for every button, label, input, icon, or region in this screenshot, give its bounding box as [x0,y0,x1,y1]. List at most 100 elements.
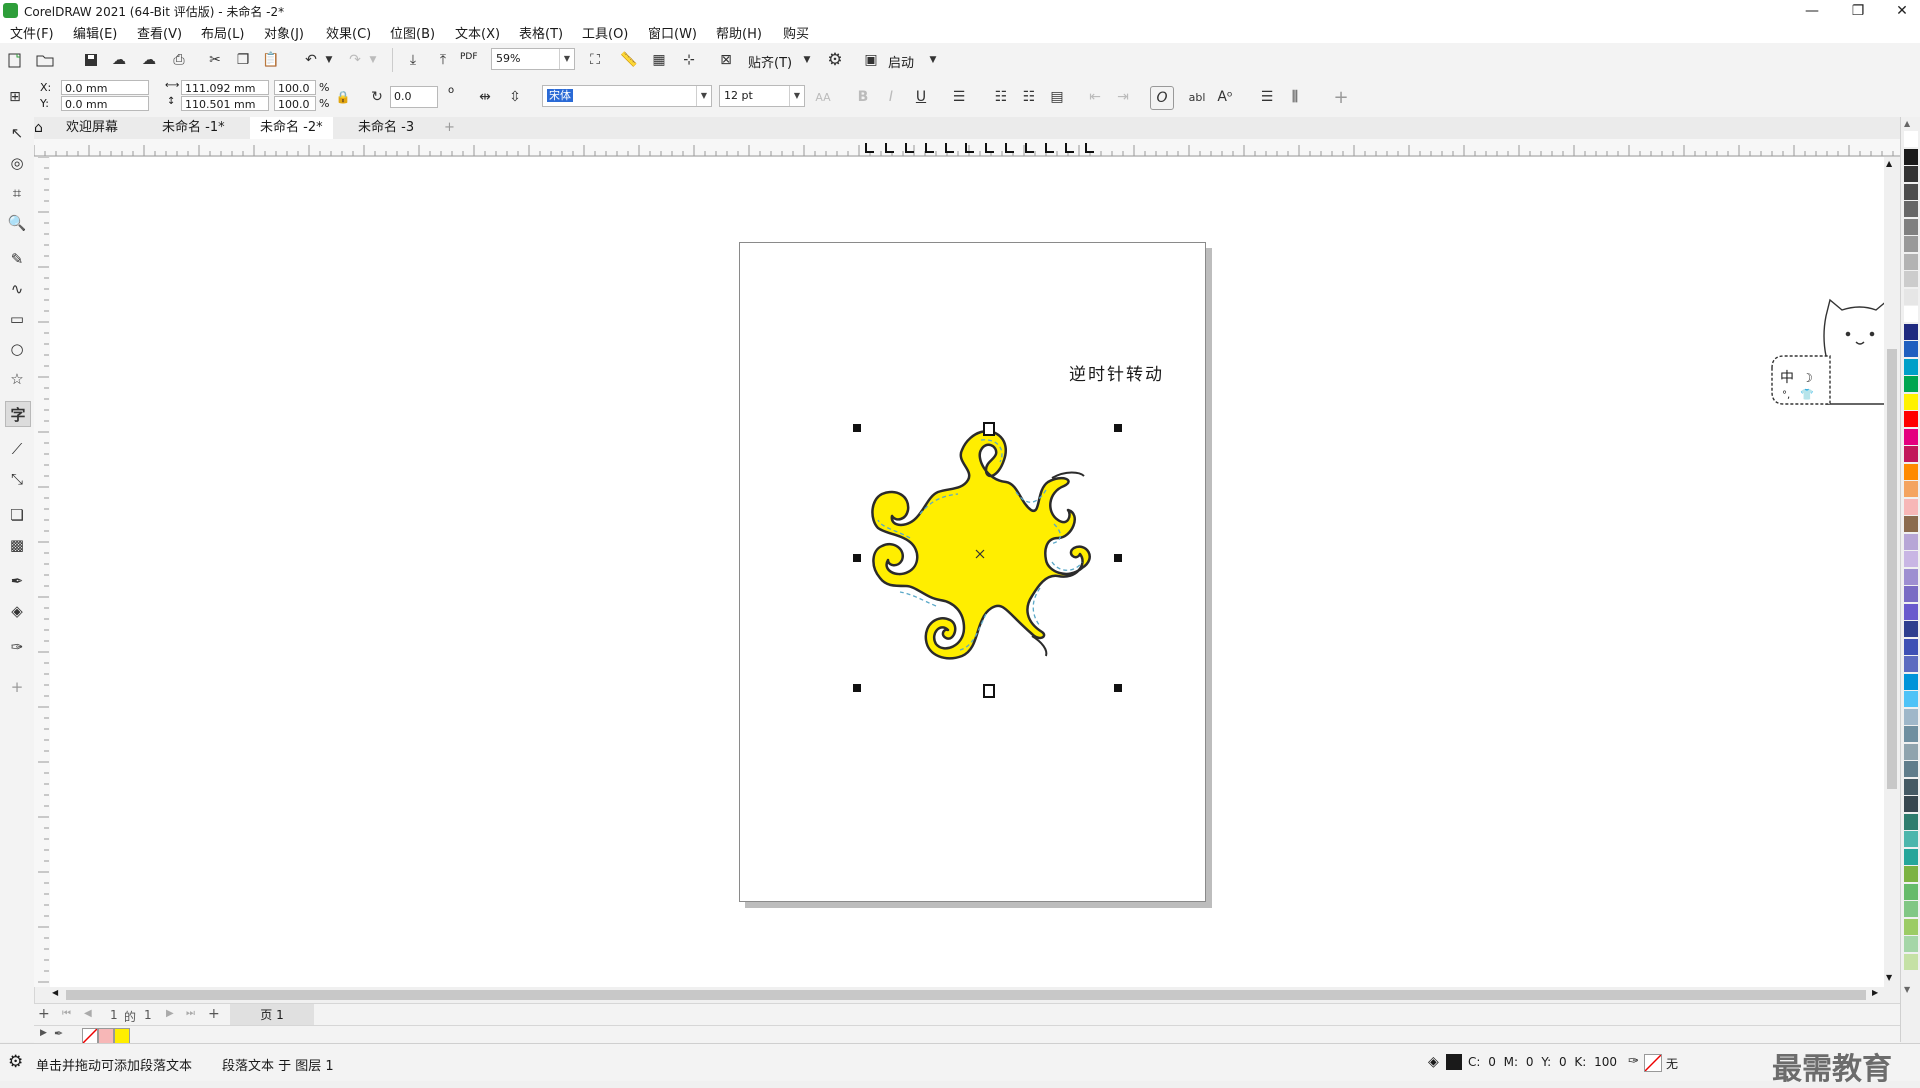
undo-dropdown-icon[interactable]: ▼ [318,49,340,71]
color-swatch[interactable] [1904,586,1918,602]
menu-window[interactable]: 窗口(W) [648,23,697,42]
close-button[interactable]: ✕ [1884,0,1920,21]
next-page-icon[interactable]: ▶ [166,1008,174,1019]
text-properties-button[interactable]: abl [1186,86,1208,108]
color-swatch[interactable] [1904,323,1918,340]
font-scale-icon[interactable]: AA [812,86,834,108]
page-tab-1[interactable]: 页 1 [230,1004,314,1026]
menu-layout[interactable]: 布局(L) [201,23,244,42]
color-swatch[interactable] [1904,656,1918,672]
color-swatch[interactable] [1904,761,1918,777]
print-icon[interactable]: ⎙ [168,49,190,71]
launch-menu[interactable]: 启动 [888,52,914,71]
show-rulers-icon[interactable]: 📏 [618,49,640,71]
drop-shadow-tool-icon[interactable]: ❏ [5,503,29,527]
menu-file[interactable]: 文件(F) [10,23,54,42]
color-swatch[interactable] [1904,481,1918,497]
crop-tool-icon[interactable]: ⌗ [5,181,29,205]
color-swatch[interactable] [1904,393,1918,410]
menu-view[interactable]: 查看(V) [137,23,182,42]
horizontal-text-icon[interactable]: ☰ [1256,86,1278,108]
freehand-tool-icon[interactable]: ✎ [5,247,29,271]
scroll-down-icon[interactable]: ▼ [1886,973,1892,982]
scroll-left-icon[interactable]: ◀ [52,988,58,997]
scroll-up-icon[interactable]: ▲ [1886,159,1892,168]
launch-app-icon[interactable]: ▣ [860,49,882,71]
vertical-scrollbar[interactable]: ▲ ▼ [1884,157,1900,987]
paste-icon[interactable]: 📋 [260,49,282,71]
add-page-before-icon[interactable]: + [38,1006,50,1022]
color-swatch[interactable] [1904,918,1918,935]
color-swatch[interactable] [1904,743,1918,760]
font-size-combo[interactable]: 12 pt ▼ [719,85,805,107]
transparency-tool-icon[interactable]: ▩ [5,533,29,557]
previous-page-icon[interactable]: ◀ [84,1008,92,1019]
scale-height-field[interactable]: 100.0 [274,96,316,111]
color-swatch[interactable] [1904,446,1918,462]
ellipse-tool-icon[interactable]: ○ [5,337,29,361]
text-tool-icon[interactable]: 字 [5,401,31,427]
numbered-list-icon[interactable]: ☷ [1018,86,1040,108]
tab-untitled-3[interactable]: 未命名 -3 [348,117,424,139]
tab-welcome-screen[interactable]: 欢迎屏幕 [56,117,128,139]
color-swatch[interactable] [1904,813,1918,830]
italic-button[interactable]: I [880,86,902,108]
color-swatch[interactable] [1904,883,1918,900]
scale-width-field[interactable]: 100.0 [274,80,316,95]
color-swatch[interactable] [1904,796,1918,812]
color-swatch[interactable] [1904,831,1918,847]
settings-gear-icon[interactable]: ⚙ [8,1052,23,1072]
polygon-tool-icon[interactable]: ☆ [5,367,29,391]
show-grid-icon[interactable]: ▦ [648,49,670,71]
redo-dropdown-icon[interactable]: ▼ [362,49,384,71]
color-swatch[interactable] [1904,428,1918,445]
color-swatch[interactable] [1904,673,1918,690]
selection-handle-middle-left[interactable] [853,554,861,562]
import-icon[interactable]: ⤓ [402,49,424,71]
color-swatch[interactable] [1904,271,1918,287]
shape-tool-icon[interactable]: ◎ [5,151,29,175]
color-swatch[interactable] [1904,131,1918,147]
selection-handle-top-right[interactable] [1114,424,1122,432]
palette-scroll-up-icon[interactable]: ▲ [1904,119,1910,128]
cut-icon[interactable]: ✂ [204,49,226,71]
last-page-icon[interactable]: ⏭ [186,1008,195,1019]
zoom-level-combo[interactable]: 59% ▼ [491,48,575,70]
snap-to-menu[interactable]: 贴齐(T) [748,52,792,71]
new-tab-button[interactable]: + [434,117,465,139]
vertical-scroll-thumb[interactable] [1887,349,1897,789]
object-origin-icon[interactable]: ⊞ [4,86,26,108]
color-swatch[interactable] [1904,183,1918,200]
artistic-media-tool-icon[interactable]: ∿ [5,277,29,301]
y-position-field[interactable]: 0.0 mm [61,96,149,111]
color-swatch[interactable] [1904,936,1918,952]
home-icon[interactable]: ⌂ [34,120,54,136]
pick-tool-icon[interactable]: ↖ [5,121,29,145]
current-page-number[interactable]: 1 [110,1008,118,1022]
color-swatch[interactable] [1904,603,1918,620]
color-swatch[interactable] [1904,218,1918,235]
color-swatch[interactable] [1904,498,1918,515]
color-swatch[interactable] [1904,341,1918,357]
full-screen-preview-icon[interactable]: ⛶ [584,49,606,71]
drop-cap-icon[interactable]: ▤ [1046,86,1068,108]
color-swatch[interactable] [1904,288,1918,305]
color-swatch[interactable] [1904,166,1918,182]
bullet-list-icon[interactable]: ☷ [990,86,1012,108]
palette-expand-icon[interactable]: ▶ [40,1028,47,1038]
bold-button[interactable]: B [852,86,874,108]
height-field[interactable]: 110.501 mm [181,96,269,111]
page-text-counterclockwise[interactable]: 逆时针转动 [1069,360,1164,385]
open-folder-icon[interactable] [34,49,56,71]
color-swatch[interactable] [1904,953,1918,970]
tab-untitled-2[interactable]: 未命名 -2* [250,117,333,139]
selection-handle-bottom-right[interactable] [1114,684,1122,692]
color-swatch[interactable] [1904,568,1918,585]
color-swatch[interactable] [1904,148,1918,165]
new-document-icon[interactable] [4,49,26,71]
menu-effects[interactable]: 效果(C) [326,23,371,42]
opentype-icon[interactable]: O [1150,86,1174,110]
menu-object[interactable]: 对象(J) [264,23,304,42]
color-swatch[interactable] [1904,866,1918,882]
color-swatch[interactable] [1904,726,1918,742]
